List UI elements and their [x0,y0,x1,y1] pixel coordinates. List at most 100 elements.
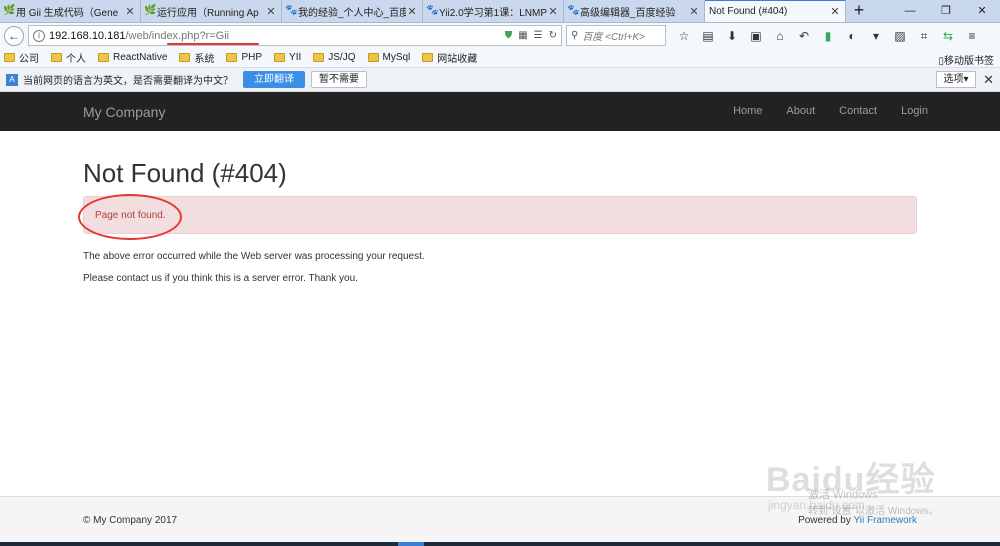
close-icon[interactable]: ✕ [265,5,277,18]
url-host: 192.168.10.181 [49,29,126,42]
tab-label: Not Found (#404) [709,6,788,17]
new-tab-button[interactable]: + [846,0,872,22]
minimize-icon[interactable]: — [892,0,928,23]
bookmark-label: 公司 [19,54,39,65]
search-input[interactable]: ⚲ 百度 <Ctrl+K> [566,25,666,46]
close-icon[interactable]: ✕ [983,72,994,87]
browser-tab-2[interactable]: 🌿 运行应用（Running Ap ✕ [141,0,282,22]
bookmark-folder[interactable]: ReactNative [98,52,167,63]
chevron-down-icon[interactable]: ▾ [864,26,888,46]
translate-icon: A [6,73,18,86]
copyright: © My Company 2017 [83,515,178,526]
close-icon[interactable]: ✕ [547,5,559,18]
translate-bar: A 当前网页的语言为英文，是否需要翻译为中文？ 立即翻译 暂不需要 选项▾ ✕ [0,68,1000,92]
bookmark-label: YII [289,52,302,63]
mobile-bookmarks-label: 移动版书签 [944,56,994,67]
crop-icon[interactable]: ⌗ [912,26,936,46]
nav-about[interactable]: About [786,105,815,117]
back-button[interactable]: ← [4,25,24,46]
folder-icon [51,53,62,62]
navigation-bar: ← i 192.168.10.181 /web/index.php?r=Gii … [0,23,1000,48]
palette-icon[interactable]: ◐ [840,26,864,46]
nav-home[interactable]: Home [733,105,762,117]
sync-icon[interactable]: ⇆ [936,26,960,46]
folder-icon [313,53,325,62]
bookmark-folder[interactable]: PHP [226,52,262,63]
folder-icon [226,53,238,62]
tab-label: Yii2.0学习第1课：LNMP [439,7,547,19]
tab-label: 高级编辑器_百度经验 [580,7,676,19]
close-icon[interactable]: ✕ [406,5,418,18]
bookmark-label: JS/JQ [328,52,356,63]
bookmark-folder[interactable]: 个人 [51,50,86,65]
dismiss-translate-button[interactable]: 暂不需要 [311,71,367,88]
reading-list-icon[interactable]: ▤ [696,26,720,46]
window-controls: — ❐ ✕ [892,0,1000,23]
bookmark-folder[interactable]: MySql [367,52,410,63]
windows-activation-title: 激活 Windows [808,489,878,501]
baidu-paw-icon: 🐾 [567,5,580,16]
reader-icon[interactable]: ☰ [534,30,543,41]
info-icon[interactable]: i [33,29,45,42]
close-icon[interactable]: ✕ [829,5,841,18]
toolbar-icons: ☆ ▤ ⬇ ▣ ⌂ ↶ ▮ ◐ ▾ ▨ ⌗ ⇆ ≡ [672,26,984,46]
download-icon[interactable]: ⬇ [720,26,744,46]
folder-icon [98,53,109,62]
extension-icon[interactable]: ▮ [816,26,840,46]
annotation-circle [78,194,182,240]
annotation-underline [167,43,259,45]
close-icon[interactable]: ✕ [124,5,136,18]
undo-icon[interactable]: ↶ [792,26,816,46]
bookmark-folder[interactable]: 公司 [4,50,39,65]
taskbar-active-item[interactable] [398,542,424,546]
brand-link[interactable]: My Company [83,104,165,120]
folder-icon [4,53,15,62]
translate-message: 当前网页的语言为英文，是否需要翻译为中文？ [23,76,233,87]
close-icon[interactable]: ✕ [688,5,700,18]
shield-icon[interactable]: ⛊ [505,30,513,41]
folder-icon [367,53,379,62]
browser-tab-5[interactable]: 🐾 高级编辑器_百度经验 ✕ [564,0,705,22]
bookmark-folder[interactable]: 网站收藏 [422,50,477,65]
screenshot-icon[interactable]: ▨ [888,26,912,46]
browser-tab-active[interactable]: Not Found (#404) ✕ [705,0,846,22]
tab-label: 用 Gii 生成代码（Gene [16,7,119,19]
bookmark-folder[interactable]: 系统 [179,50,214,65]
translate-options-button[interactable]: 选项▾ [936,71,976,88]
bookmark-folder[interactable]: JS/JQ [313,52,356,63]
search-icon: ⚲ [571,30,579,41]
folder-icon [422,53,434,62]
nav-contact[interactable]: Contact [839,105,877,117]
bookmark-folder[interactable]: YII [274,52,301,63]
window-close-icon[interactable]: ✕ [964,0,1000,23]
error-alert: Page not found. [83,196,917,234]
browser-tab-3[interactable]: 🐾 我的经验_个人中心_百度 ✕ [282,0,423,22]
reload-icon[interactable]: ↻ [549,30,557,41]
browser-tab-4[interactable]: 🐾 Yii2.0学习第1课：LNMP ✕ [423,0,564,22]
menu-icon[interactable]: ≡ [960,26,984,46]
search-placeholder: 百度 <Ctrl+K> [582,32,645,43]
contact-note: Please contact us if you think this is a… [83,273,358,284]
nav-login[interactable]: Login [901,105,928,117]
windows-activation-text: 转到"设置"以激活 Windows。 [808,506,939,517]
tab-label: 我的经验_个人中心_百度 [298,7,406,19]
bookmark-label: ReactNative [113,52,168,63]
browser-tab-1[interactable]: 🌿 用 Gii 生成代码（Gene ✕ [0,0,141,22]
bookmark-label: 个人 [66,54,86,65]
qr-code-icon[interactable]: ▦ [518,30,527,41]
error-description: The above error occurred while the Web s… [83,251,425,262]
home-icon[interactable]: ⌂ [768,26,792,46]
url-path: /web/index.php?r=Gii [125,29,230,42]
translate-button[interactable]: 立即翻译 [243,71,305,88]
taskbar [0,542,1000,546]
mobile-bookmarks[interactable]: ▯移动版书签 [938,52,994,67]
bookmarks-bar: 公司 个人 ReactNative 系统 PHP YII JS/JQ MySql… [0,48,1000,68]
folder-icon [274,53,286,62]
star-icon[interactable]: ☆ [672,26,696,46]
address-bar-icons: ⛊ ▦ ☰ ↻ [505,30,557,41]
restore-icon[interactable]: ❐ [928,0,964,23]
address-bar[interactable]: i 192.168.10.181 /web/index.php?r=Gii ⛊ … [28,25,562,46]
folder-icon [179,53,191,62]
pocket-icon[interactable]: ▣ [744,26,768,46]
baidu-paw-icon: 🐾 [285,5,298,16]
